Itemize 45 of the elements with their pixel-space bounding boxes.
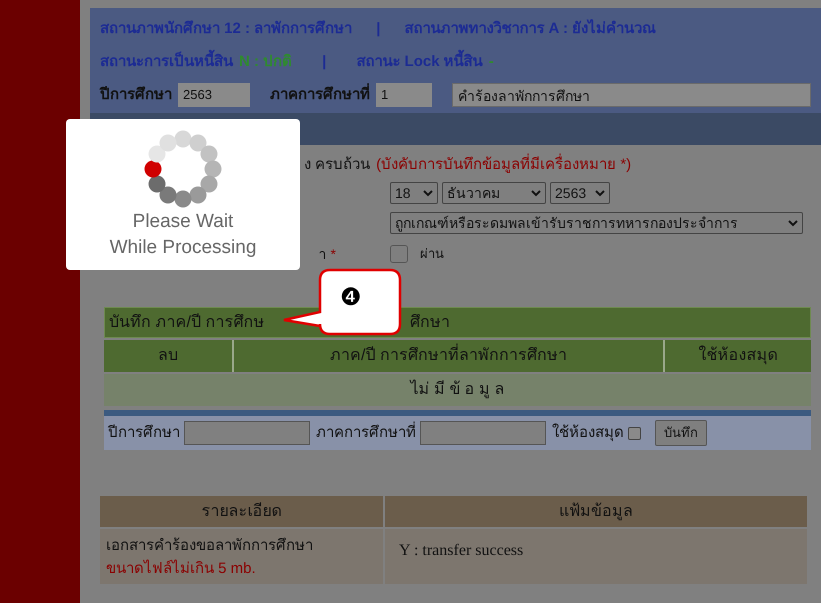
table-title: บันทึก ภาค/ปี การศึกษ (109, 312, 264, 332)
column-header: ใช้ห้องสมุด (665, 340, 811, 372)
callout-number: ❹ (340, 285, 362, 309)
loading-message: While Processing (110, 236, 256, 260)
column-header: รายละเอียด (100, 496, 383, 527)
loading-spinner-icon (143, 129, 223, 209)
file-size-note: ขนาดไฟล์ไม่เกิน 5 mb. (106, 558, 257, 578)
request-type-field[interactable]: คำร้องลาพักการศึกษา (452, 83, 811, 107)
dropdown-select[interactable]: 2563 (550, 182, 610, 204)
year-label: ปีการศึกษา (100, 84, 172, 105)
semester-label: ภาคการศึกษาที่ (316, 422, 416, 443)
debt-status-value: N : ปกติ (239, 52, 292, 72)
column-header: แฟ้มข้อมูล (385, 496, 807, 527)
form-heading: ง ครบถ้วน (304, 154, 370, 175)
dropdown-select[interactable]: 18 (390, 182, 438, 204)
empty-message: ไม่ มี ข้ อ มู ล (104, 374, 811, 406)
chevron-down-icon (595, 190, 605, 196)
lock-status-value: - (488, 52, 494, 72)
chevron-down-icon (788, 220, 798, 226)
library-label: ใช้ห้องสมุด (552, 422, 624, 444)
year-field[interactable]: 2563 (178, 83, 250, 107)
chevron-down-icon (423, 190, 433, 196)
dropdown-select[interactable]: ถูกเกณฑ์หรือระดมพลเข้ารับราชการทหารกองประจำการ (390, 212, 803, 234)
separator: | (322, 52, 326, 72)
document-description: เอกสารคำร้องขอลาพักการศึกษา (106, 536, 314, 556)
required-note: (บังคับการบันทึกข้อมูลที่มีเครื่องหมาย *) (376, 154, 632, 175)
chevron-down-icon (531, 190, 541, 196)
year-input[interactable] (184, 421, 310, 445)
column-header: ภาค/ปี การศึกษาที่ลาพักการศึกษา (234, 340, 663, 372)
table-title: ศึกษา (410, 312, 450, 332)
save-button[interactable]: บันทึก (655, 420, 707, 446)
field-label: า (318, 244, 327, 264)
required-mark: * (330, 244, 336, 264)
year-label: ปีการศึกษา (108, 422, 180, 443)
library-checkbox[interactable] (628, 426, 641, 440)
checkbox-label: ผ่าน (420, 245, 444, 264)
semester-input[interactable] (420, 421, 546, 445)
loading-message: Please Wait (132, 210, 234, 234)
dropdown-select[interactable]: ธันวาคม (442, 182, 546, 204)
file-status: Y : transfer success (399, 542, 524, 559)
column-header: ลบ (104, 340, 232, 372)
separator: | (376, 19, 380, 39)
semester-label: ภาคการศึกษาที่ (270, 84, 370, 106)
checkbox[interactable] (390, 245, 408, 263)
semester-field[interactable]: 1 (376, 83, 432, 107)
